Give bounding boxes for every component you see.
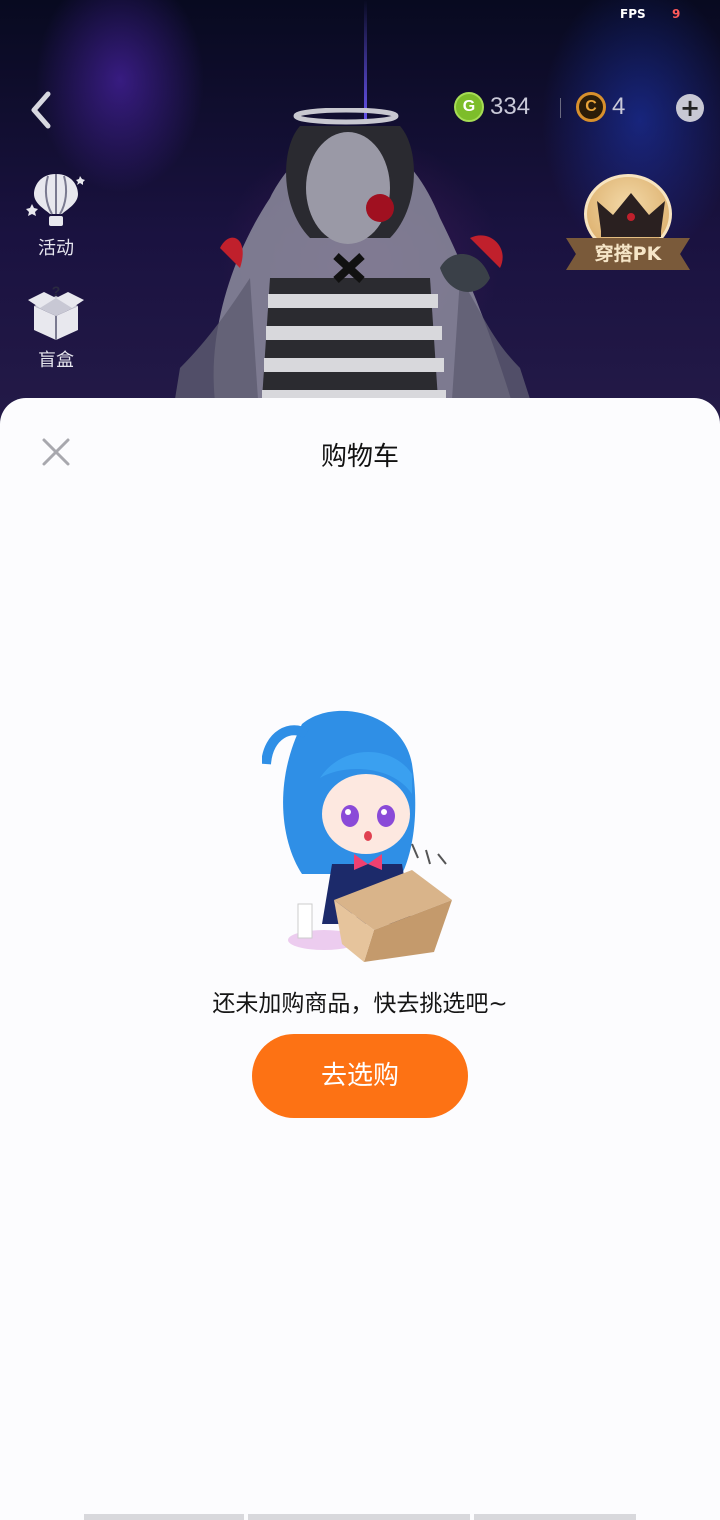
g-coin-value: 334: [490, 93, 531, 120]
hot-air-balloon-icon: [26, 174, 85, 226]
pk-banner: 穿搭PK: [566, 238, 690, 270]
empty-cart-message: 还未加购商品，快去挑选吧~: [212, 991, 508, 1017]
back-button[interactable]: [24, 88, 64, 132]
outfit-pk-button[interactable]: 穿搭PK: [566, 170, 690, 270]
avatar-character: [170, 108, 540, 430]
empty-cart-illustration: [262, 710, 452, 962]
nav-indicator-segment: [84, 1514, 244, 1520]
blind-box-icon: ?: [28, 283, 84, 340]
go-shopping-button[interactable]: 去选购: [252, 1034, 468, 1118]
c-coin-icon: C: [576, 92, 606, 122]
c-coin-value: 4: [612, 93, 626, 120]
chevron-left-icon: [31, 91, 51, 129]
bottom-nav-indicator: [84, 1514, 636, 1520]
side-menu-activity[interactable]: 活动: [18, 170, 94, 260]
g-coin-icon: G: [454, 92, 484, 122]
nav-indicator-segment: [248, 1514, 470, 1520]
currency-divider: [560, 98, 561, 118]
fps-value: 9: [672, 7, 681, 21]
plus-icon: +: [679, 94, 701, 122]
light-beam: [364, 0, 367, 120]
add-currency-button[interactable]: +: [676, 94, 704, 122]
shopping-cart-sheet: 购物车 还未加购商品，快去挑选吧~ 去选购: [0, 398, 720, 1520]
nav-indicator-segment: [474, 1514, 636, 1520]
g-coin-balance: G 334: [454, 92, 530, 122]
side-menu-activity-label: 活动: [38, 238, 74, 259]
avatar-scene: FPS 9 G 334 C 4 + 活动 ? 盲盒 穿搭PK: [0, 0, 720, 430]
svg-text:?: ?: [52, 283, 61, 299]
fps-label: FPS: [620, 7, 646, 21]
side-menu-blind-box-label: 盲盒: [38, 350, 74, 371]
c-coin-balance: C 4: [576, 92, 625, 122]
side-menu-blind-box[interactable]: ? 盲盒: [18, 282, 94, 372]
sheet-title: 购物车: [320, 442, 399, 472]
